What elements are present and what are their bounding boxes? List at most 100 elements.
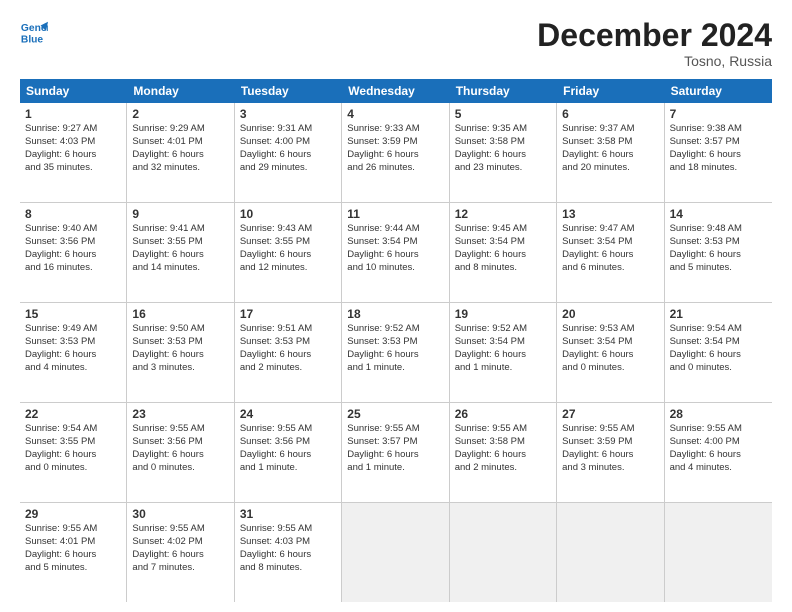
calendar-body: 1Sunrise: 9:27 AMSunset: 4:03 PMDaylight…: [20, 103, 772, 602]
cell-line: Sunset: 3:59 PM: [347, 136, 443, 149]
day-number: 7: [670, 107, 767, 121]
cell-line: Daylight: 6 hours: [347, 149, 443, 162]
day-cell-20: 20Sunrise: 9:53 AMSunset: 3:54 PMDayligh…: [557, 303, 664, 402]
cell-line: Sunrise: 9:43 AM: [240, 223, 336, 236]
day-number: 3: [240, 107, 336, 121]
cell-line: Daylight: 6 hours: [25, 149, 121, 162]
cell-line: Sunset: 3:58 PM: [455, 136, 551, 149]
day-cell-24: 24Sunrise: 9:55 AMSunset: 3:56 PMDayligh…: [235, 403, 342, 502]
cell-line: Daylight: 6 hours: [240, 349, 336, 362]
cell-line: Daylight: 6 hours: [670, 449, 767, 462]
location: Tosno, Russia: [537, 53, 772, 69]
cell-line: and 4 minutes.: [25, 362, 121, 375]
cell-line: Sunrise: 9:33 AM: [347, 123, 443, 136]
day-number: 26: [455, 407, 551, 421]
cell-line: Sunrise: 9:55 AM: [132, 523, 228, 536]
day-number: 6: [562, 107, 658, 121]
cell-line: Sunset: 4:02 PM: [132, 536, 228, 549]
day-number: 4: [347, 107, 443, 121]
day-number: 10: [240, 207, 336, 221]
day-cell-12: 12Sunrise: 9:45 AMSunset: 3:54 PMDayligh…: [450, 203, 557, 302]
cell-line: Sunrise: 9:55 AM: [132, 423, 228, 436]
day-number: 1: [25, 107, 121, 121]
cell-line: Sunrise: 9:54 AM: [670, 323, 767, 336]
header-day-thursday: Thursday: [450, 79, 557, 103]
cell-line: Daylight: 6 hours: [132, 349, 228, 362]
cell-line: Sunset: 3:57 PM: [347, 436, 443, 449]
day-number: 13: [562, 207, 658, 221]
cell-line: and 26 minutes.: [347, 162, 443, 175]
day-cell-19: 19 Sunrise: 9:52 AMSunset: 3:54 PMDayligh…: [450, 303, 557, 402]
cell-line: Sunrise: 9:52 AM: [455, 323, 551, 336]
cell-line: and 35 minutes.: [25, 162, 121, 175]
cell-line: Daylight: 6 hours: [562, 149, 658, 162]
day-number: 23: [132, 407, 228, 421]
day-number: 5: [455, 107, 551, 121]
cell-line: Daylight: 6 hours: [132, 449, 228, 462]
cell-line: Sunrise: 9:35 AM: [455, 123, 551, 136]
cell-line: Daylight: 6 hours: [25, 549, 121, 562]
cell-line: Sunrise: 9:45 AM: [455, 223, 551, 236]
cell-line: Sunrise: 9:37 AM: [562, 123, 658, 136]
cell-line: and 5 minutes.: [25, 562, 121, 575]
day-cell-11: 11Sunrise: 9:44 AMSunset: 3:54 PMDayligh…: [342, 203, 449, 302]
cell-line: Daylight: 6 hours: [240, 149, 336, 162]
day-number: 20: [562, 307, 658, 321]
day-number: 25: [347, 407, 443, 421]
day-number: 18: [347, 307, 443, 321]
day-cell-15: 15Sunrise: 9:49 AMSunset: 3:53 PMDayligh…: [20, 303, 127, 402]
cell-line: Daylight: 6 hours: [347, 249, 443, 262]
cell-line: Sunset: 3:57 PM: [670, 136, 767, 149]
cell-line: Sunrise: 9:50 AM: [132, 323, 228, 336]
day-cell-8: 8Sunrise: 9:40 AMSunset: 3:56 PMDaylight…: [20, 203, 127, 302]
day-number: 19: [455, 307, 551, 321]
cell-line: and 8 minutes.: [455, 262, 551, 275]
cell-line: and 6 minutes.: [562, 262, 658, 275]
day-cell-3: 3Sunrise: 9:31 AMSunset: 4:00 PMDaylight…: [235, 103, 342, 202]
svg-text:Blue: Blue: [21, 34, 44, 45]
cell-line: Sunrise: 9:55 AM: [25, 523, 121, 536]
cell-line: Sunrise: 9:44 AM: [347, 223, 443, 236]
cell-line: Sunrise: 9:40 AM: [25, 223, 121, 236]
day-cell-7: 7Sunrise: 9:38 AMSunset: 3:57 PMDaylight…: [665, 103, 772, 202]
day-number: 2: [132, 107, 228, 121]
cell-line: Sunset: 4:03 PM: [25, 136, 121, 149]
cell-line: Sunset: 3:58 PM: [562, 136, 658, 149]
cell-line: Sunset: 3:54 PM: [670, 336, 767, 349]
cell-line: Daylight: 6 hours: [25, 249, 121, 262]
page-header: General Blue December 2024 Tosno, Russia: [20, 18, 772, 69]
calendar-row-4: 22Sunrise: 9:54 AMSunset: 3:55 PMDayligh…: [20, 403, 772, 503]
cell-line: Sunrise: 9:27 AM: [25, 123, 121, 136]
cell-line: Sunset: 3:56 PM: [25, 236, 121, 249]
cell-line: and 1 minute.: [455, 362, 551, 375]
cell-line: Sunset: 3:53 PM: [132, 336, 228, 349]
day-number: 27: [562, 407, 658, 421]
cell-line: Sunset: 4:01 PM: [25, 536, 121, 549]
cell-line: Sunrise: 9:55 AM: [670, 423, 767, 436]
day-cell-6: 6 Sunrise: 9:37 AMSunset: 3:58 PMDaylight…: [557, 103, 664, 202]
calendar-row-1: 1Sunrise: 9:27 AMSunset: 4:03 PMDaylight…: [20, 103, 772, 203]
empty-cell: [450, 503, 557, 602]
cell-line: and 12 minutes.: [240, 262, 336, 275]
cell-line: Sunrise: 9:51 AM: [240, 323, 336, 336]
cell-line: Daylight: 6 hours: [670, 349, 767, 362]
cell-line: Daylight: 6 hours: [455, 349, 551, 362]
cell-line: Sunrise: 9:47 AM: [562, 223, 658, 236]
cell-line: Sunrise: 9:48 AM: [670, 223, 767, 236]
cell-line: Daylight: 6 hours: [240, 449, 336, 462]
day-cell-17: 17Sunrise: 9:51 AMSunset: 3:53 PMDayligh…: [235, 303, 342, 402]
cell-line: and 16 minutes.: [25, 262, 121, 275]
cell-line: and 5 minutes.: [670, 262, 767, 275]
cell-line: Sunset: 3:54 PM: [455, 336, 551, 349]
day-cell-4: 4 Sunrise: 9:33 AMSunset: 3:59 PMDaylight…: [342, 103, 449, 202]
cell-line: and 8 minutes.: [240, 562, 336, 575]
cell-line: and 0 minutes.: [25, 462, 121, 475]
header-day-saturday: Saturday: [665, 79, 772, 103]
cell-line: Sunset: 3:54 PM: [347, 236, 443, 249]
month-title: December 2024: [537, 18, 772, 53]
header-day-tuesday: Tuesday: [235, 79, 342, 103]
empty-cell: [665, 503, 772, 602]
cell-line: Sunset: 3:58 PM: [455, 436, 551, 449]
title-block: December 2024 Tosno, Russia: [537, 18, 772, 69]
cell-line: Daylight: 6 hours: [240, 249, 336, 262]
